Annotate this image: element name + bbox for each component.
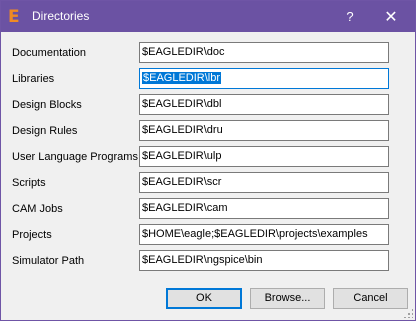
- cancel-button[interactable]: Cancel: [333, 288, 408, 309]
- close-button[interactable]: ✕: [368, 1, 414, 32]
- documentation-field[interactable]: $EAGLEDIR\doc: [139, 42, 389, 63]
- design-rules-label: Design Rules: [12, 125, 78, 137]
- help-button[interactable]: ?: [332, 1, 368, 32]
- design-rules-field[interactable]: $EAGLEDIR\dru: [139, 120, 389, 141]
- design-blocks-field[interactable]: $EAGLEDIR\dbl: [139, 94, 389, 115]
- browse-button[interactable]: Browse...: [250, 288, 325, 309]
- cam-jobs-label: CAM Jobs: [12, 203, 63, 215]
- close-icon: ✕: [384, 7, 398, 26]
- resize-grip-icon[interactable]: [403, 308, 413, 318]
- libraries-label: Libraries: [12, 73, 55, 85]
- design-blocks-label: Design Blocks: [12, 99, 82, 111]
- libraries-field-selection: $EAGLEDIR\lbr: [142, 72, 222, 84]
- user-language-programs-field[interactable]: $EAGLEDIR\ulp: [139, 146, 389, 167]
- directories-dialog: E Directories ? ✕ Documentation $EAGLEDI…: [0, 0, 416, 321]
- user-language-programs-label: User Language Programs: [12, 151, 138, 163]
- simulator-path-field[interactable]: $EAGLEDIR\ngspice\bin: [139, 250, 389, 271]
- libraries-field[interactable]: $EAGLEDIR\lbr: [139, 68, 389, 89]
- projects-label: Projects: [12, 229, 52, 241]
- simulator-path-label: Simulator Path: [12, 255, 85, 267]
- scripts-field[interactable]: $EAGLEDIR\scr: [139, 172, 389, 193]
- eagle-logo-icon: E: [8, 7, 20, 27]
- dialog-title: Directories: [32, 9, 90, 23]
- documentation-label: Documentation: [12, 47, 86, 59]
- cam-jobs-field[interactable]: $EAGLEDIR\cam: [139, 198, 389, 219]
- projects-field[interactable]: $HOME\eagle;$EAGLEDIR\projects\examples: [139, 224, 389, 245]
- title-bar[interactable]: E Directories ? ✕: [1, 1, 415, 32]
- ok-button[interactable]: OK: [166, 288, 242, 309]
- scripts-label: Scripts: [12, 177, 46, 189]
